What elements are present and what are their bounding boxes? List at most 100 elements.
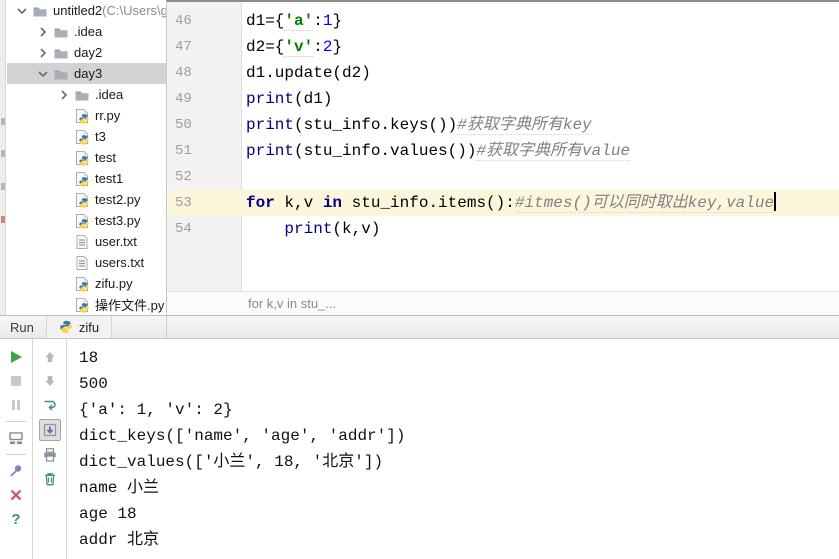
code-line-49[interactable]: 49 print(d1) <box>167 86 839 112</box>
tree-item-user-txt[interactable]: user.txt <box>7 231 166 252</box>
tree-item-day3[interactable]: day3 <box>7 63 166 84</box>
chevron-down-icon[interactable] <box>35 66 51 82</box>
folder-icon <box>53 24 69 40</box>
python-file-icon <box>74 192 90 208</box>
down-arrow-button <box>40 371 60 391</box>
code-line-52[interactable]: 52 <box>167 164 839 190</box>
chevron-right-icon[interactable] <box>35 45 51 61</box>
tree-item-t3[interactable]: t3 <box>7 126 166 147</box>
python-file-icon <box>74 129 90 145</box>
code-editor[interactable]: 46 d1={'a':1} 47 d2={'v':2} 48 d1.update(d2) 4… <box>166 0 839 315</box>
python-file-icon <box>74 276 90 292</box>
tree-item-test[interactable]: test <box>7 147 166 168</box>
line-number[interactable]: 46 <box>167 8 242 34</box>
pin-button[interactable] <box>6 461 26 481</box>
run-header: Run zifu <box>0 316 839 339</box>
tree-item-label: rr.py <box>95 108 121 123</box>
code-line-46[interactable]: 46 d1={'a':1} <box>167 8 839 34</box>
tree-item-day2[interactable]: day2 <box>7 42 166 63</box>
clear-all-button[interactable] <box>40 469 60 489</box>
tree-item-label: .idea <box>74 24 103 39</box>
up-arrow-button <box>40 347 60 367</box>
line-number[interactable]: 48 <box>167 60 242 86</box>
run-tab-label: zifu <box>78 319 100 335</box>
code-line-50[interactable]: 50 print(stu_info.keys())#获取字典所有key <box>167 112 839 138</box>
run-toolbar-console <box>33 339 67 559</box>
folder-icon <box>53 66 69 82</box>
run-console-output[interactable]: 18 500 {'a': 1, 'v': 2} dict_keys(['name', … <box>67 339 839 559</box>
restore-layout-button[interactable] <box>6 428 26 448</box>
line-number[interactable]: 51 <box>167 138 242 164</box>
chevron-right-icon[interactable] <box>35 24 51 40</box>
tree-item-label: users.txt <box>95 255 145 270</box>
code-line-53[interactable]: 53 for k,v in stu_info.items():#itmes()可以… <box>167 190 839 216</box>
tree-item-idea[interactable]: .idea <box>7 21 166 42</box>
python-file-icon <box>74 213 90 229</box>
tree-item-zifu-py[interactable]: zifu.py <box>7 273 166 294</box>
tree-item-test2-py[interactable]: test2.py <box>7 189 166 210</box>
project-tree: untitled2 (C:\Users\g .idea day2 day3 .idea r… <box>7 0 166 315</box>
soft-wrap-button[interactable] <box>40 395 60 415</box>
code-line-51[interactable]: 51 print(stu_info.values())#获取字典所有value <box>167 138 839 164</box>
tree-item-untitled2[interactable]: untitled2 (C:\Users\g <box>7 0 166 21</box>
tree-item-py[interactable]: 操作文件.py <box>7 294 166 315</box>
code-text: d2={'v':2} <box>246 38 343 57</box>
output-line: name 小兰 <box>79 479 160 497</box>
run-tab-zifu[interactable]: zifu <box>45 316 113 338</box>
run-panel-title: Run <box>10 319 34 335</box>
chevron-right-icon[interactable] <box>56 87 72 103</box>
tree-item-label: .idea <box>95 87 124 102</box>
print-button[interactable] <box>40 445 60 465</box>
line-number[interactable]: 49 <box>167 86 242 112</box>
line-number[interactable]: 50 <box>167 112 242 138</box>
editor-context-breadcrumb[interactable]: for k,v in stu_... <box>167 291 839 315</box>
breadcrumb-text: for k,v in stu_... <box>248 296 337 311</box>
code-line-48[interactable]: 48 d1.update(d2) <box>167 60 839 86</box>
output-line: 500 <box>79 375 108 393</box>
tree-item-label: day2 <box>74 45 103 60</box>
code-text: d1={'a':1} <box>246 12 343 31</box>
tree-item-test1[interactable]: test1 <box>7 168 166 189</box>
line-number[interactable]: 53 <box>167 190 242 216</box>
close-button[interactable] <box>6 485 26 505</box>
tree-item-rr-py[interactable]: rr.py <box>7 105 166 126</box>
code-line-54[interactable]: 54 print(k,v) <box>167 216 839 242</box>
tree-item-label: untitled2 <box>53 3 103 18</box>
scroll-to-end-icon <box>42 422 58 438</box>
code-text: for k,v in stu_info.items():#itmes()可以同时… <box>246 192 777 213</box>
tree-item-test3-py[interactable]: test3.py <box>7 210 166 231</box>
tree-item-users-txt[interactable]: users.txt <box>7 252 166 273</box>
output-line: dict_values(['小兰', 18, '北京']) <box>79 453 384 471</box>
python-file-icon <box>74 171 90 187</box>
output-line: dict_keys(['name', 'age', 'addr']) <box>79 427 406 445</box>
code-area[interactable]: 46 d1={'a':1} 47 d2={'v':2} 48 d1.update(d2) 4… <box>167 2 839 291</box>
tree-item-label: 操作文件.py <box>95 298 165 313</box>
scroll-to-end-button[interactable] <box>38 419 61 441</box>
run-toolbar-main: ? <box>0 339 33 559</box>
tree-item-label: test2.py <box>95 192 141 207</box>
line-number[interactable]: 54 <box>167 216 242 242</box>
code-text: d1.update(d2) <box>246 64 371 82</box>
code-line-47[interactable]: 47 d2={'v':2} <box>167 34 839 60</box>
help-button[interactable]: ? <box>6 509 26 529</box>
pause-button <box>6 395 26 415</box>
line-number[interactable]: 47 <box>167 34 242 60</box>
toolbar-separator <box>6 421 26 422</box>
tree-item-label: day3 <box>74 66 103 81</box>
line-number[interactable]: 52 <box>167 164 242 190</box>
header-divider <box>166 316 167 338</box>
code-text: print(stu_info.values())#获取字典所有value <box>246 142 631 161</box>
svg-text:?: ? <box>11 511 20 527</box>
output-line: {'a': 1, 'v': 2} <box>79 401 233 419</box>
rerun-button[interactable] <box>6 347 26 367</box>
down-arrow-icon <box>42 373 58 389</box>
chevron-down-icon[interactable] <box>14 3 30 19</box>
python-file-icon <box>74 108 90 124</box>
folder-icon <box>74 87 90 103</box>
text-file-icon <box>74 255 90 271</box>
tree-item-idea[interactable]: .idea <box>7 84 166 105</box>
